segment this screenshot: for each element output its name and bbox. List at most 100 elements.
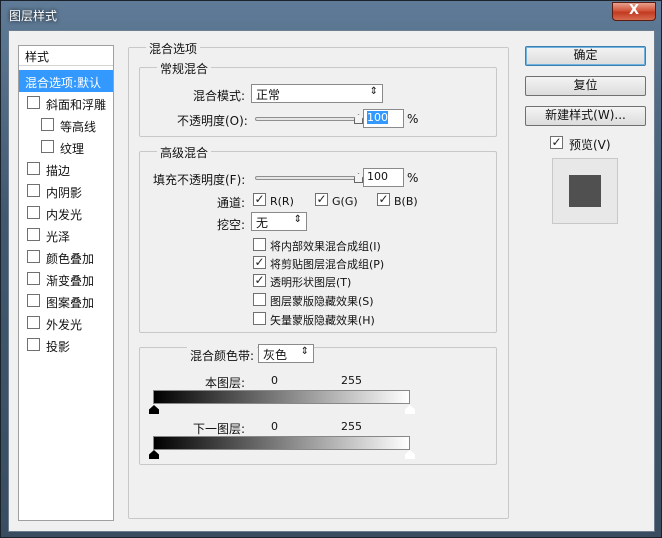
updown-arrow-icon: ⇕ [369, 86, 378, 97]
inner-shadow-checkbox[interactable] [27, 184, 40, 197]
style-item-label: 外发光 [46, 318, 83, 332]
style-list: 样式 混合选项:默认 斜面和浮雕 等高线 纹理 描边 内阴影 内发光 光泽 颜色… [18, 45, 114, 521]
transparency-shapes-layer-label: 透明形状图层(T) [270, 276, 352, 289]
fill-opacity-input[interactable]: 100 [363, 168, 404, 187]
style-item-inner-glow[interactable]: 内发光 [19, 202, 113, 224]
channel-b-checkbox[interactable]: ✓ [377, 193, 390, 206]
underlying-layer-gradient [153, 436, 410, 450]
channel-g-label: G(G) [332, 195, 358, 208]
style-item-label: 内发光 [46, 208, 83, 222]
this-layer-label: 本图层: [205, 376, 246, 390]
layer-mask-hides-effects-checkbox[interactable] [253, 293, 266, 306]
this-layer-min: 0 [271, 374, 278, 387]
fill-opacity-label: 填充不透明度(F): [153, 173, 246, 187]
style-item-blending-options[interactable]: 混合选项:默认 [19, 70, 113, 92]
style-item-label: 等高线 [60, 120, 97, 134]
drop-shadow-checkbox[interactable] [27, 338, 40, 351]
style-item-outer-glow[interactable]: 外发光 [19, 312, 113, 334]
style-item-color-overlay[interactable]: 颜色叠加 [19, 246, 113, 268]
blend-clipped-layers-label: 将剪贴图层混合成组(P) [270, 258, 385, 271]
satin-checkbox[interactable] [27, 228, 40, 241]
blend-mode-label: 混合模式: [193, 89, 246, 103]
style-item-label: 纹理 [60, 142, 85, 156]
channel-r-checkbox[interactable]: ✓ [253, 193, 266, 206]
opacity-unit: % [407, 112, 419, 126]
reset-button[interactable]: 复位 [525, 76, 646, 96]
vector-mask-hides-effects-checkbox[interactable] [253, 312, 266, 325]
vector-mask-hides-effects-label: 矢量蒙版隐藏效果(H) [270, 314, 375, 327]
dialog-body: 样式 混合选项:默认 斜面和浮雕 等高线 纹理 描边 内阴影 内发光 光泽 颜色… [8, 30, 655, 532]
stroke-checkbox[interactable] [27, 162, 40, 175]
window-title: 图层样式 [9, 9, 58, 23]
opacity-input[interactable]: 100 [363, 109, 404, 128]
blend-if-select[interactable]: 灰色 ⇕ [258, 344, 314, 363]
outer-glow-checkbox[interactable] [27, 316, 40, 329]
channel-g-checkbox[interactable]: ✓ [315, 193, 328, 206]
channel-r-label: R(R) [270, 195, 294, 208]
blend-if-label: 混合颜色带: [187, 347, 258, 364]
style-item-drop-shadow[interactable]: 投影 [19, 334, 113, 356]
pattern-overlay-checkbox[interactable] [27, 294, 40, 307]
style-item-stroke[interactable]: 描边 [19, 158, 113, 180]
this-layer-gradient [153, 390, 410, 404]
style-item-texture[interactable]: 纹理 [19, 136, 113, 158]
style-item-label: 图案叠加 [46, 296, 95, 310]
style-item-label: 混合选项:默认 [25, 76, 102, 90]
style-item-label: 描边 [46, 164, 71, 178]
opacity-value: 100 [367, 111, 388, 124]
color-overlay-checkbox[interactable] [27, 250, 40, 263]
gradient-overlay-checkbox[interactable] [27, 272, 40, 285]
transparency-shapes-layer-checkbox[interactable]: ✓ [253, 274, 266, 287]
texture-checkbox[interactable] [41, 140, 54, 153]
blend-clipped-layers-checkbox[interactable]: ✓ [253, 256, 266, 269]
fill-opacity-slider[interactable] [255, 176, 358, 180]
knockout-select[interactable]: 无 ⇕ [251, 212, 307, 231]
blend-mode-value: 正常 [256, 88, 281, 102]
blending-options-title: 混合选项 [146, 40, 201, 57]
style-list-header[interactable]: 样式 [19, 46, 113, 66]
layer-style-dialog: 图层样式 X 样式 混合选项:默认 斜面和浮雕 等高线 纹理 描边 内阴影 内发… [0, 0, 662, 538]
style-item-contour[interactable]: 等高线 [19, 114, 113, 136]
this-layer-max: 255 [341, 374, 362, 387]
style-item-label: 投影 [46, 340, 71, 354]
blend-if-value: 灰色 [263, 348, 288, 362]
contour-checkbox[interactable] [41, 118, 54, 131]
fill-opacity-unit: % [407, 171, 419, 185]
close-button[interactable]: X [612, 2, 656, 21]
style-item-satin[interactable]: 光泽 [19, 224, 113, 246]
blend-mode-select[interactable]: 正常 ⇕ [251, 84, 383, 103]
titlebar[interactable]: 图层样式 X [1, 1, 661, 29]
style-item-pattern-overlay[interactable]: 图案叠加 [19, 290, 113, 312]
channels-label: 通道: [217, 196, 246, 210]
style-item-label: 渐变叠加 [46, 274, 95, 288]
style-item-bevel-emboss[interactable]: 斜面和浮雕 [19, 92, 113, 114]
style-item-gradient-overlay[interactable]: 渐变叠加 [19, 268, 113, 290]
advanced-blending-title: 高级混合 [157, 144, 212, 161]
new-style-button[interactable]: 新建样式(W)... [525, 106, 646, 126]
preview-label: 预览(V) [569, 138, 611, 152]
underlying-layer-min: 0 [271, 420, 278, 433]
opacity-label: 不透明度(O): [177, 114, 248, 128]
style-item-inner-shadow[interactable]: 内阴影 [19, 180, 113, 202]
updown-arrow-icon: ⇕ [300, 346, 309, 357]
underlying-layer-label: 下一图层: [193, 422, 246, 436]
opacity-slider[interactable] [255, 117, 358, 121]
preview-swatch [569, 175, 601, 207]
layer-mask-hides-effects-label: 图层蒙版隐藏效果(S) [270, 295, 374, 308]
style-item-label: 颜色叠加 [46, 252, 95, 266]
preview-checkbox[interactable]: ✓ [550, 136, 563, 149]
preview-thumbnail [552, 158, 618, 224]
general-blending-title: 常规混合 [157, 60, 212, 77]
blend-interior-effects-label: 将内部效果混合成组(I) [270, 240, 381, 253]
ok-button[interactable]: 确定 [525, 46, 646, 66]
style-item-label: 斜面和浮雕 [46, 98, 107, 112]
underlying-layer-max: 255 [341, 420, 362, 433]
channel-b-label: B(B) [394, 195, 418, 208]
knockout-value: 无 [256, 216, 269, 230]
inner-glow-checkbox[interactable] [27, 206, 40, 219]
updown-arrow-icon: ⇕ [293, 214, 302, 225]
fill-opacity-value: 100 [367, 170, 388, 183]
style-item-label: 内阴影 [46, 186, 83, 200]
blend-interior-effects-checkbox[interactable] [253, 238, 266, 251]
bevel-emboss-checkbox[interactable] [27, 96, 40, 109]
